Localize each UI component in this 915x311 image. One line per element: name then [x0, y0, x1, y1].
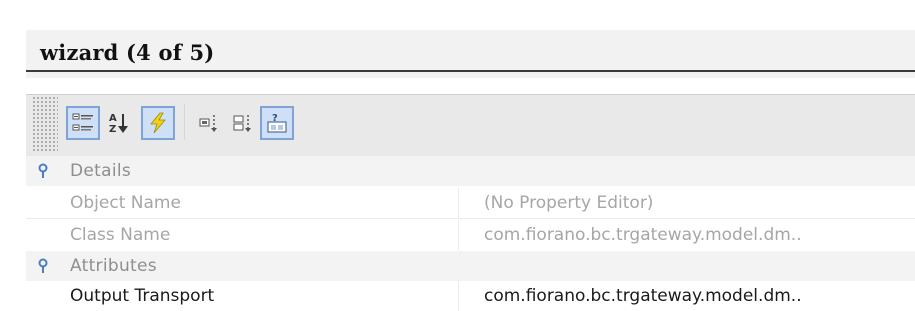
events-view-button[interactable] [141, 106, 175, 140]
row-separator [26, 218, 915, 219]
show-description-button[interactable]: ? [260, 106, 294, 140]
column-divider [458, 281, 459, 311]
category-label: Attributes [70, 256, 157, 276]
property-row-class-name[interactable]: Class Name com.fiorano.bc.trgateway.mode… [26, 220, 915, 250]
collapse-all-button[interactable] [226, 106, 260, 140]
categorized-view-button[interactable] [66, 106, 100, 140]
property-sheet-panel: wizard (4 of 5) A Z ? Details Object Nam… [0, 0, 915, 311]
property-name: Output Transport [70, 286, 215, 306]
category-label: Details [70, 161, 132, 181]
category-row-attributes[interactable]: Attributes [26, 251, 915, 281]
column-divider [458, 188, 459, 218]
collapse-icon [233, 115, 251, 132]
sort-alphabetical-button[interactable]: A Z [102, 106, 136, 140]
toolbar-separator [184, 104, 185, 140]
toolbar-grip[interactable] [32, 96, 58, 152]
svg-text:A: A [109, 113, 117, 124]
panel-title: wizard (4 of 5) [40, 40, 215, 65]
sort-alpha-icon: A Z [109, 113, 128, 135]
svg-text:?: ? [272, 113, 278, 124]
property-value[interactable]: com.fiorano.bc.trgateway.model.dm.. [484, 286, 802, 306]
property-value[interactable]: (No Property Editor) [484, 193, 653, 213]
category-pin-icon [26, 156, 60, 186]
column-divider [458, 220, 459, 250]
help-description-icon: ? [267, 113, 287, 133]
title-divider [26, 70, 915, 72]
lightning-icon [150, 112, 166, 134]
property-name: Object Name [70, 193, 181, 213]
category-row-details[interactable]: Details [26, 156, 915, 186]
svg-text:Z: Z [109, 124, 116, 135]
categorized-icon [72, 113, 93, 131]
property-value[interactable]: com.fiorano.bc.trgateway.model.dm.. [484, 225, 802, 245]
property-row-output-transport[interactable]: Output Transport com.fiorano.bc.trgatewa… [26, 281, 915, 311]
property-row-object-name[interactable]: Object Name (No Property Editor) [26, 188, 915, 218]
property-name: Class Name [70, 225, 171, 245]
category-pin-icon [26, 251, 60, 281]
expand-icon [199, 115, 217, 132]
expand-all-button[interactable] [192, 106, 226, 140]
